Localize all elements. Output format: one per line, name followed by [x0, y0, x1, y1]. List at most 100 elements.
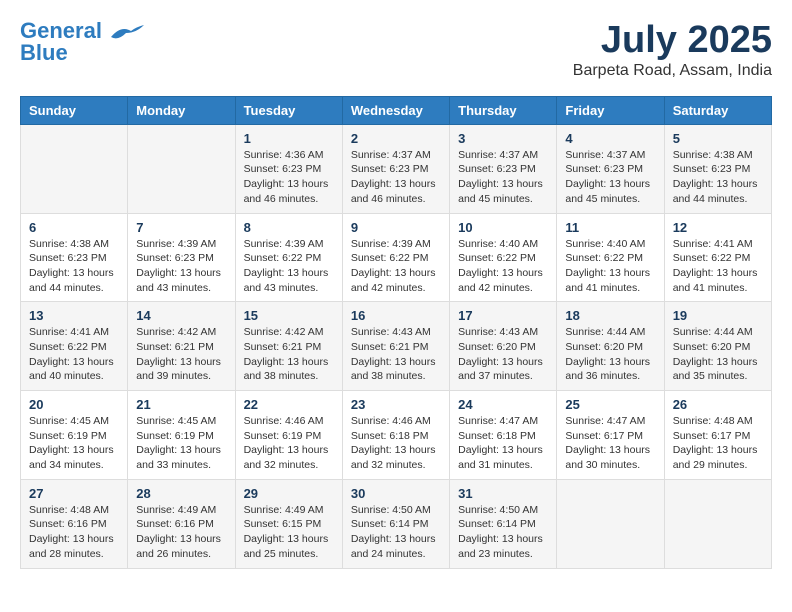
calendar-header-row: SundayMondayTuesdayWednesdayThursdayFrid… — [21, 96, 772, 124]
day-number: 6 — [29, 220, 119, 235]
day-number: 14 — [136, 308, 226, 323]
day-info: Sunrise: 4:36 AM Sunset: 6:23 PM Dayligh… — [244, 148, 334, 207]
weekday-header-sunday: Sunday — [21, 96, 128, 124]
day-info: Sunrise: 4:41 AM Sunset: 6:22 PM Dayligh… — [673, 237, 763, 296]
calendar-cell: 26 Sunrise: 4:48 AM Sunset: 6:17 PM Dayli… — [664, 391, 771, 480]
weekday-header-tuesday: Tuesday — [235, 96, 342, 124]
day-info: Sunrise: 4:44 AM Sunset: 6:20 PM Dayligh… — [565, 325, 655, 384]
day-number: 5 — [673, 131, 763, 146]
calendar-week-row: 27 Sunrise: 4:48 AM Sunset: 6:16 PM Dayli… — [21, 479, 772, 568]
day-info: Sunrise: 4:45 AM Sunset: 6:19 PM Dayligh… — [136, 414, 226, 473]
day-number: 8 — [244, 220, 334, 235]
day-info: Sunrise: 4:50 AM Sunset: 6:14 PM Dayligh… — [458, 503, 548, 562]
day-number: 9 — [351, 220, 441, 235]
calendar-cell: 18 Sunrise: 4:44 AM Sunset: 6:20 PM Dayli… — [557, 302, 664, 391]
calendar-cell: 30Sunrise: 4:50 AM Sunset: 6:14 PM Dayli… — [342, 479, 449, 568]
day-number: 12 — [673, 220, 763, 235]
day-info: Sunrise: 4:40 AM Sunset: 6:22 PM Dayligh… — [565, 237, 655, 296]
day-number: 2 — [351, 131, 441, 146]
day-info: Sunrise: 4:37 AM Sunset: 6:23 PM Dayligh… — [351, 148, 441, 207]
weekday-header-thursday: Thursday — [450, 96, 557, 124]
day-info: Sunrise: 4:50 AM Sunset: 6:14 PM Dayligh… — [351, 503, 441, 562]
weekday-header-friday: Friday — [557, 96, 664, 124]
day-number: 3 — [458, 131, 548, 146]
calendar-cell: 29 Sunrise: 4:49 AM Sunset: 6:15 PM Dayli… — [235, 479, 342, 568]
day-number: 26 — [673, 397, 763, 412]
day-number: 19 — [673, 308, 763, 323]
day-info: Sunrise: 4:42 AM Sunset: 6:21 PM Dayligh… — [244, 325, 334, 384]
day-number: 24 — [458, 397, 548, 412]
day-number: 13 — [29, 308, 119, 323]
calendar-cell: 17 Sunrise: 4:43 AM Sunset: 6:20 PM Dayli… — [450, 302, 557, 391]
page-header: GeneralBlue July 2025 Barpeta Road, Assa… — [20, 20, 772, 80]
calendar-cell: 5 Sunrise: 4:38 AM Sunset: 6:23 PM Daylig… — [664, 124, 771, 213]
day-number: 1 — [244, 131, 334, 146]
calendar-cell: 31Sunrise: 4:50 AM Sunset: 6:14 PM Dayli… — [450, 479, 557, 568]
weekday-header-wednesday: Wednesday — [342, 96, 449, 124]
calendar-cell: 15 Sunrise: 4:42 AM Sunset: 6:21 PM Dayli… — [235, 302, 342, 391]
day-number: 10 — [458, 220, 548, 235]
day-number: 7 — [136, 220, 226, 235]
day-number: 29 — [244, 486, 334, 501]
day-info: Sunrise: 4:48 AM Sunset: 6:16 PM Dayligh… — [29, 503, 119, 562]
calendar-cell: 13 Sunrise: 4:41 AM Sunset: 6:22 PM Dayli… — [21, 302, 128, 391]
calendar-cell: 1 Sunrise: 4:36 AM Sunset: 6:23 PM Daylig… — [235, 124, 342, 213]
location-subtitle: Barpeta Road, Assam, India — [573, 62, 772, 80]
month-year-title: July 2025 — [573, 20, 772, 62]
logo-bird-icon — [106, 23, 146, 41]
day-number: 27 — [29, 486, 119, 501]
day-number: 15 — [244, 308, 334, 323]
calendar-week-row: 13 Sunrise: 4:41 AM Sunset: 6:22 PM Dayli… — [21, 302, 772, 391]
calendar-cell — [557, 479, 664, 568]
logo-text: GeneralBlue — [20, 20, 102, 64]
day-info: Sunrise: 4:37 AM Sunset: 6:23 PM Dayligh… — [565, 148, 655, 207]
weekday-header-saturday: Saturday — [664, 96, 771, 124]
day-info: Sunrise: 4:45 AM Sunset: 6:19 PM Dayligh… — [29, 414, 119, 473]
day-number: 4 — [565, 131, 655, 146]
day-info: Sunrise: 4:38 AM Sunset: 6:23 PM Dayligh… — [29, 237, 119, 296]
day-info: Sunrise: 4:49 AM Sunset: 6:16 PM Dayligh… — [136, 503, 226, 562]
day-info: Sunrise: 4:46 AM Sunset: 6:19 PM Dayligh… — [244, 414, 334, 473]
calendar-cell: 8 Sunrise: 4:39 AM Sunset: 6:22 PM Daylig… — [235, 213, 342, 302]
logo: GeneralBlue — [20, 20, 146, 64]
calendar-cell: 23Sunrise: 4:46 AM Sunset: 6:18 PM Dayli… — [342, 391, 449, 480]
calendar-cell: 20 Sunrise: 4:45 AM Sunset: 6:19 PM Dayli… — [21, 391, 128, 480]
calendar-week-row: 1 Sunrise: 4:36 AM Sunset: 6:23 PM Daylig… — [21, 124, 772, 213]
calendar-cell: 9 Sunrise: 4:39 AM Sunset: 6:22 PM Daylig… — [342, 213, 449, 302]
day-info: Sunrise: 4:49 AM Sunset: 6:15 PM Dayligh… — [244, 503, 334, 562]
calendar-cell — [664, 479, 771, 568]
calendar-cell: 3 Sunrise: 4:37 AM Sunset: 6:23 PM Daylig… — [450, 124, 557, 213]
calendar-cell: 10 Sunrise: 4:40 AM Sunset: 6:22 PM Dayli… — [450, 213, 557, 302]
day-info: Sunrise: 4:37 AM Sunset: 6:23 PM Dayligh… — [458, 148, 548, 207]
day-info: Sunrise: 4:44 AM Sunset: 6:20 PM Dayligh… — [673, 325, 763, 384]
day-info: Sunrise: 4:38 AM Sunset: 6:23 PM Dayligh… — [673, 148, 763, 207]
calendar-cell: 4 Sunrise: 4:37 AM Sunset: 6:23 PM Daylig… — [557, 124, 664, 213]
day-number: 21 — [136, 397, 226, 412]
calendar-cell: 21 Sunrise: 4:45 AM Sunset: 6:19 PM Dayli… — [128, 391, 235, 480]
day-number: 17 — [458, 308, 548, 323]
day-info: Sunrise: 4:39 AM Sunset: 6:22 PM Dayligh… — [244, 237, 334, 296]
calendar-table: SundayMondayTuesdayWednesdayThursdayFrid… — [20, 96, 772, 569]
day-number: 25 — [565, 397, 655, 412]
day-info: Sunrise: 4:40 AM Sunset: 6:22 PM Dayligh… — [458, 237, 548, 296]
calendar-cell: 19 Sunrise: 4:44 AM Sunset: 6:20 PM Dayli… — [664, 302, 771, 391]
calendar-cell — [128, 124, 235, 213]
day-info: Sunrise: 4:41 AM Sunset: 6:22 PM Dayligh… — [29, 325, 119, 384]
day-info: Sunrise: 4:43 AM Sunset: 6:20 PM Dayligh… — [458, 325, 548, 384]
calendar-cell: 12 Sunrise: 4:41 AM Sunset: 6:22 PM Dayli… — [664, 213, 771, 302]
calendar-cell: 27 Sunrise: 4:48 AM Sunset: 6:16 PM Dayli… — [21, 479, 128, 568]
day-info: Sunrise: 4:46 AM Sunset: 6:18 PM Dayligh… — [351, 414, 441, 473]
calendar-cell: 16Sunrise: 4:43 AM Sunset: 6:21 PM Dayli… — [342, 302, 449, 391]
day-info: Sunrise: 4:39 AM Sunset: 6:22 PM Dayligh… — [351, 237, 441, 296]
day-info: Sunrise: 4:48 AM Sunset: 6:17 PM Dayligh… — [673, 414, 763, 473]
calendar-cell: 24Sunrise: 4:47 AM Sunset: 6:18 PM Dayli… — [450, 391, 557, 480]
day-info: Sunrise: 4:42 AM Sunset: 6:21 PM Dayligh… — [136, 325, 226, 384]
day-number: 18 — [565, 308, 655, 323]
day-number: 28 — [136, 486, 226, 501]
calendar-cell: 28 Sunrise: 4:49 AM Sunset: 6:16 PM Dayli… — [128, 479, 235, 568]
calendar-cell: 22 Sunrise: 4:46 AM Sunset: 6:19 PM Dayli… — [235, 391, 342, 480]
day-number: 20 — [29, 397, 119, 412]
calendar-cell: 7Sunrise: 4:39 AM Sunset: 6:23 PM Daylig… — [128, 213, 235, 302]
calendar-week-row: 20 Sunrise: 4:45 AM Sunset: 6:19 PM Dayli… — [21, 391, 772, 480]
day-number: 22 — [244, 397, 334, 412]
